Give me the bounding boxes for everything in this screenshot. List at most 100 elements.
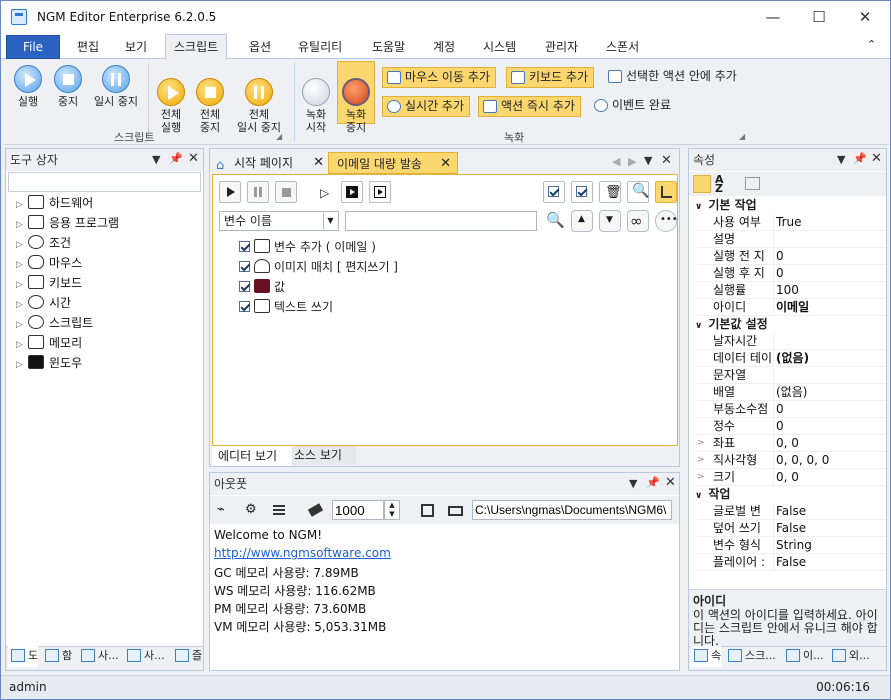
tab-start-page[interactable]: ⌂ 시작 페이지 ✕ [212, 152, 326, 174]
property-row[interactable]: 문자열 [697, 367, 886, 384]
dropdown-icon[interactable]: ▼ [837, 153, 845, 166]
menu-options[interactable]: 옵션 [249, 38, 271, 55]
stop-icon[interactable] [275, 181, 297, 203]
action-item[interactable]: 값 [239, 277, 285, 297]
more-icon[interactable]: ••• [655, 210, 678, 232]
property-pages-icon[interactable] [745, 177, 760, 190]
action-item[interactable]: 이미지 매치 [ 편지쓰기 ] [239, 257, 398, 277]
property-row[interactable]: > 크기 0, 0 [697, 469, 886, 486]
dialog-launcher-icon[interactable]: ◢ [276, 132, 282, 141]
minimize-button[interactable]: — [750, 1, 796, 33]
run-from-icon[interactable] [369, 181, 391, 203]
menu-utility[interactable]: 유틸리티 [298, 38, 342, 55]
run-all-button[interactable]: 전체 실행 [152, 65, 190, 134]
step-play-icon[interactable]: ▷ [313, 181, 335, 203]
tree-item-window[interactable]: ▷ 윈도우 [16, 353, 82, 373]
property-category[interactable]: ∨ 기본값 설정 [689, 316, 886, 333]
action-checkbox[interactable] [239, 301, 250, 312]
editor-search-input[interactable] [345, 211, 537, 231]
variable-name-select[interactable]: 변수 이름 ▼ [219, 211, 339, 231]
loop-icon[interactable]: ∞ [627, 210, 649, 232]
categorized-icon[interactable] [693, 175, 711, 193]
menu-system[interactable]: 시스템 [483, 38, 516, 55]
output-link[interactable]: http://www.ngmsoftware.com [214, 546, 391, 560]
action-item[interactable]: 텍스트 쓰기 [239, 297, 333, 317]
tab-user[interactable]: 사... [78, 646, 119, 667]
tab-image[interactable]: 이... [783, 646, 824, 667]
property-row[interactable]: 덮어 쓰기 False [697, 520, 886, 537]
tree-item-time[interactable]: ▷ 시간 [16, 293, 71, 313]
property-row[interactable]: 정수 0 [697, 418, 886, 435]
pause-button[interactable]: 일시 중지 [88, 65, 144, 108]
tree-item-script[interactable]: ▷ 스크립트 [16, 313, 93, 333]
property-row[interactable]: 실행률 100 [697, 282, 886, 299]
menu-admin[interactable]: 관리자 [545, 38, 578, 55]
action-item[interactable]: 변수 추가 ( 이메일 ) [239, 237, 376, 257]
sort-alpha-icon[interactable]: AZ [715, 174, 724, 194]
tab-functions[interactable]: 함 [42, 646, 72, 667]
property-row[interactable]: 플레이어 : False [697, 554, 886, 571]
menu-script[interactable]: 스크립트 [165, 34, 228, 60]
action-checkbox[interactable] [239, 261, 250, 272]
run-button[interactable]: 실행 [8, 65, 48, 108]
stop-button[interactable]: 중지 [48, 65, 88, 108]
action-checkbox[interactable] [239, 281, 250, 292]
add-inside-selected-button[interactable]: 선택한 액션 안에 추가 [604, 67, 742, 88]
expand-icon[interactable]: > [697, 469, 705, 486]
property-row[interactable]: 글로벌 변 False [697, 503, 886, 520]
dropdown-icon[interactable]: ▼ [152, 153, 160, 166]
close-icon[interactable]: ✕ [871, 151, 882, 166]
close-icon[interactable]: ✕ [665, 475, 676, 490]
settings-icon[interactable]: ⚙ [240, 499, 262, 521]
clean-icon[interactable]: ⌁ [212, 499, 234, 521]
event-complete-button[interactable]: 이벤트 완료 [590, 96, 676, 117]
close-button[interactable]: ✕ [842, 1, 888, 33]
tab-toolbox[interactable]: 도 [8, 646, 39, 667]
run-selected-icon[interactable] [341, 181, 363, 203]
eraser-icon[interactable] [304, 499, 326, 521]
property-row[interactable]: 배열 (없음) [697, 384, 886, 401]
close-tab-icon[interactable]: ✕ [440, 153, 451, 175]
expand-icon[interactable]: > [697, 435, 705, 452]
property-row[interactable]: > 직사각형 0, 0, 0, 0 [697, 452, 886, 469]
pause-all-button[interactable]: 전체 일시 중지 [230, 65, 288, 134]
menu-file[interactable]: File [6, 35, 60, 59]
tab-favorites[interactable]: 즐 [172, 646, 202, 667]
prev-tab-icon[interactable]: ◀ [612, 155, 620, 168]
list-icon[interactable] [268, 499, 290, 521]
property-row[interactable]: 실행 후 지 0 [697, 265, 886, 282]
record-stop-button[interactable]: 녹화 중지 [337, 61, 375, 134]
property-row[interactable]: 날자시간 [697, 333, 886, 350]
property-row[interactable]: 변수 형식 String [697, 537, 886, 554]
tab-user-functions[interactable]: 사... [124, 646, 165, 667]
dialog-launcher-icon[interactable]: ◢ [739, 132, 745, 141]
close-tab-icon[interactable]: ✕ [313, 152, 324, 174]
tab-email-bulk-send[interactable]: 이메일 대량 발송 ✕ [328, 152, 458, 174]
tree-view-icon[interactable] [655, 181, 677, 203]
next-tab-icon[interactable]: ▶ [628, 155, 636, 168]
output-path-input[interactable] [472, 500, 672, 520]
pin-icon[interactable]: 📌 [169, 152, 183, 165]
tree-item-application[interactable]: ▷ 응용 프로그램 [16, 213, 119, 233]
add-mouse-move-button[interactable]: 마우스 이동 추가 [382, 67, 496, 88]
property-row[interactable]: 아이디 이메일 [697, 299, 886, 316]
tab-source-view[interactable]: 소스 보기 [292, 446, 356, 465]
pin-icon[interactable]: 📌 [853, 152, 867, 165]
property-row[interactable]: > 좌표 0, 0 [697, 435, 886, 452]
menu-help[interactable]: 도움말 [372, 38, 405, 55]
maximize-button[interactable]: ☐ [796, 1, 842, 33]
property-row[interactable]: 설명 [697, 231, 886, 248]
add-action-now-button[interactable]: 액션 즉시 추가 [478, 96, 581, 117]
check-all-icon[interactable] [543, 181, 565, 203]
tab-script[interactable]: 스크... [725, 646, 776, 667]
pin-icon[interactable]: 📌 [646, 476, 660, 489]
delete-icon[interactable]: 🗑 [599, 181, 622, 203]
play-icon[interactable] [219, 181, 241, 203]
search-icon[interactable]: 🔍 [543, 210, 565, 232]
add-realtime-button[interactable]: 실시간 추가 [382, 96, 471, 117]
close-icon[interactable]: ✕ [661, 153, 672, 168]
tab-properties[interactable]: 속 [691, 646, 722, 667]
move-up-icon[interactable]: ▲ [571, 210, 593, 232]
action-checkbox[interactable] [239, 241, 250, 252]
zoom-icon[interactable]: 🔍 [627, 181, 649, 203]
